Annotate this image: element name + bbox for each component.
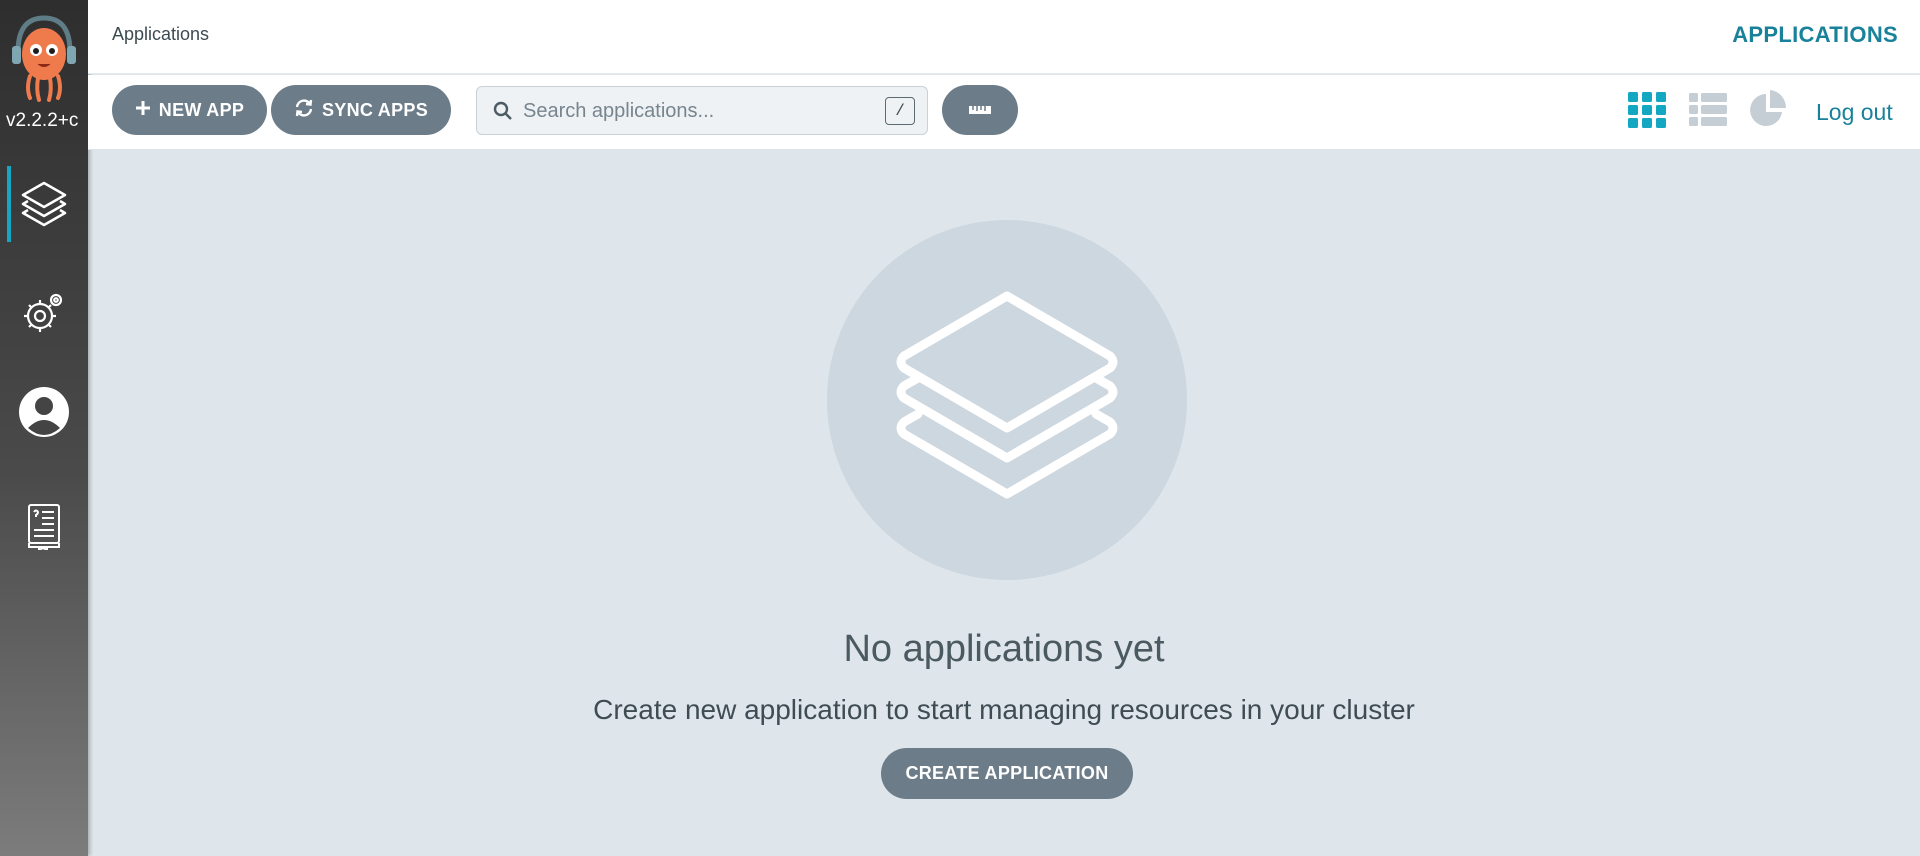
new-app-label: NEW APP (158, 99, 245, 120)
ruler-icon (968, 100, 992, 121)
keyboard-shortcut-hint: / (885, 97, 915, 125)
user-icon (18, 386, 70, 443)
logout-link[interactable]: Log out (1816, 99, 1893, 126)
empty-state-illustration (827, 220, 1187, 580)
sidebar-item-applications[interactable] (0, 166, 88, 242)
sidebar-item-documentation[interactable] (0, 490, 88, 566)
layers-icon (892, 288, 1122, 513)
sync-apps-button[interactable]: SYNC APPS (271, 85, 451, 135)
top-header: Applications APPLICATIONS (88, 0, 1920, 74)
sync-apps-label: SYNC APPS (321, 99, 429, 120)
sidebar-item-settings[interactable] (0, 276, 88, 352)
tiles-view-icon[interactable] (1624, 87, 1670, 133)
search-input[interactable] (523, 95, 863, 127)
breadcrumb[interactable]: Applications (112, 24, 209, 45)
layers-icon (19, 177, 69, 232)
app-root: v2.2.2+c Applications APPLICATIONS NEW A… (0, 0, 1920, 856)
create-application-button[interactable]: CREATE APPLICATION (881, 748, 1133, 799)
empty-state-title: No applications yet (843, 628, 1165, 670)
sidebar: v2.2.2+c (0, 0, 88, 856)
search-box[interactable]: / (476, 86, 928, 135)
search-icon (493, 101, 513, 126)
new-app-button[interactable]: NEW APP (112, 85, 267, 135)
gear-icon (20, 288, 68, 341)
summary-view-icon[interactable] (1745, 87, 1791, 133)
list-view-icon[interactable] (1685, 87, 1731, 133)
density-toggle-button[interactable] (942, 85, 1018, 135)
empty-state-subtitle: Create new application to start managing… (593, 694, 1415, 725)
page-title: APPLICATIONS (1732, 22, 1898, 47)
version-label: v2.2.2+c (6, 110, 79, 131)
sidebar-item-user-info[interactable] (0, 376, 88, 452)
plus-icon (135, 100, 151, 121)
toolbar: NEW APP SYNC APPS / (88, 75, 1920, 150)
argo-logo[interactable] (8, 12, 80, 104)
docs-icon (25, 502, 63, 555)
sync-icon (294, 98, 314, 123)
